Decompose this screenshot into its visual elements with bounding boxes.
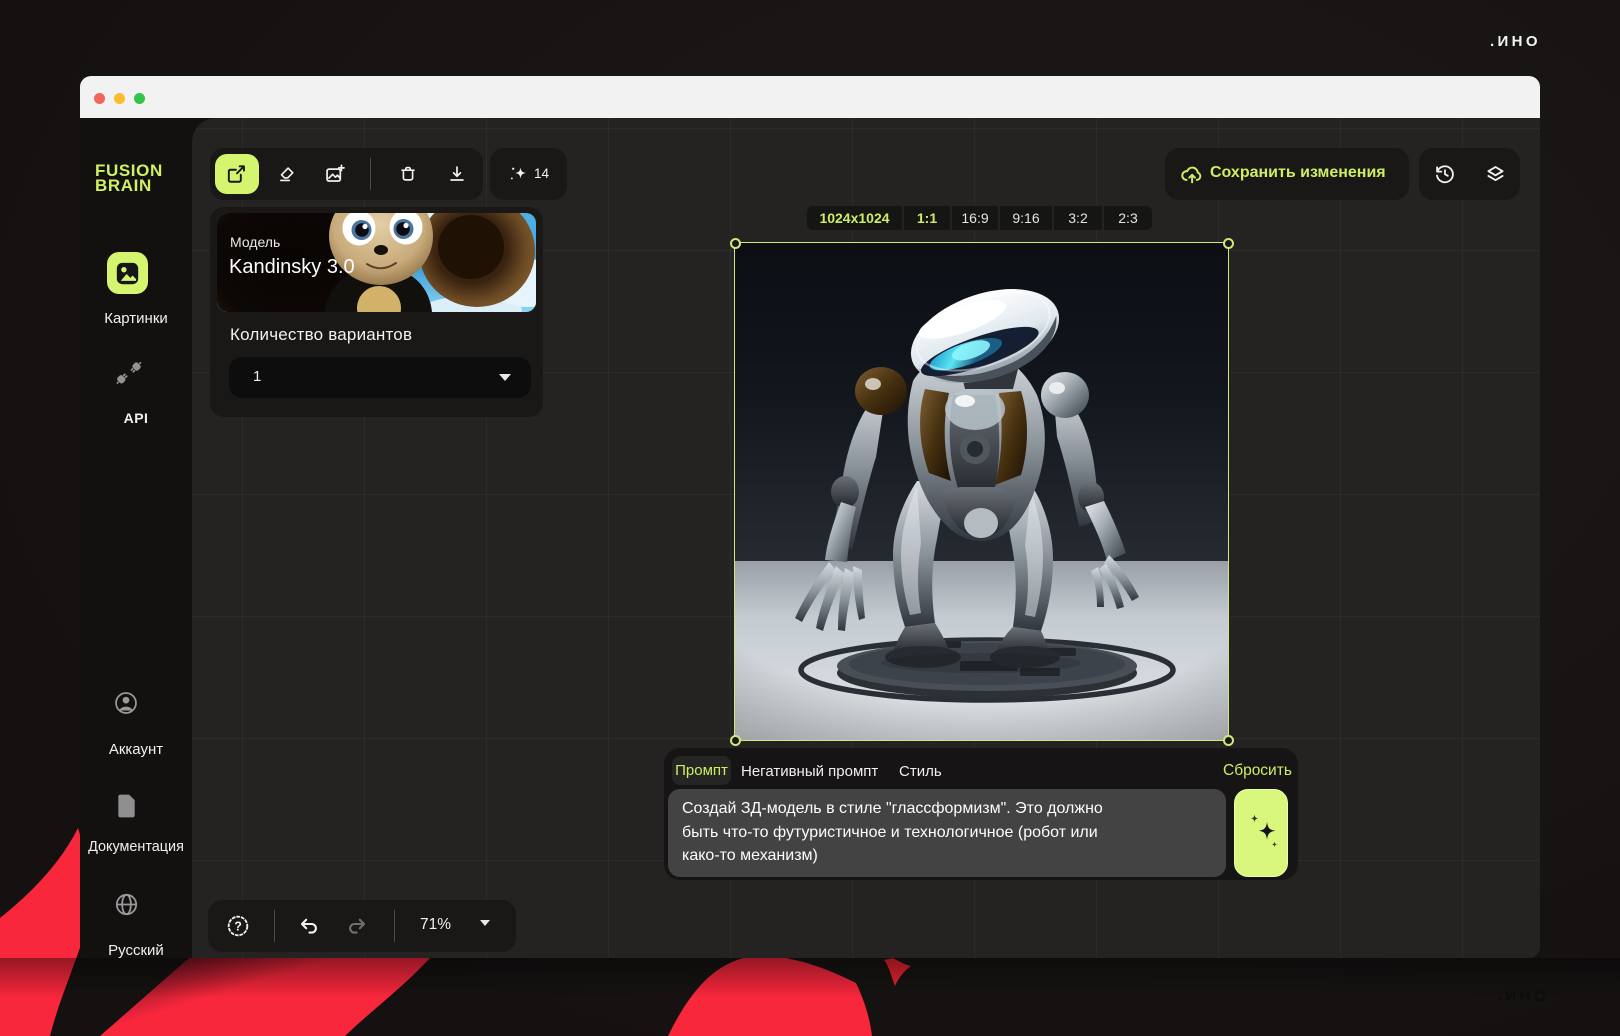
svg-text:?: ? — [234, 920, 242, 934]
